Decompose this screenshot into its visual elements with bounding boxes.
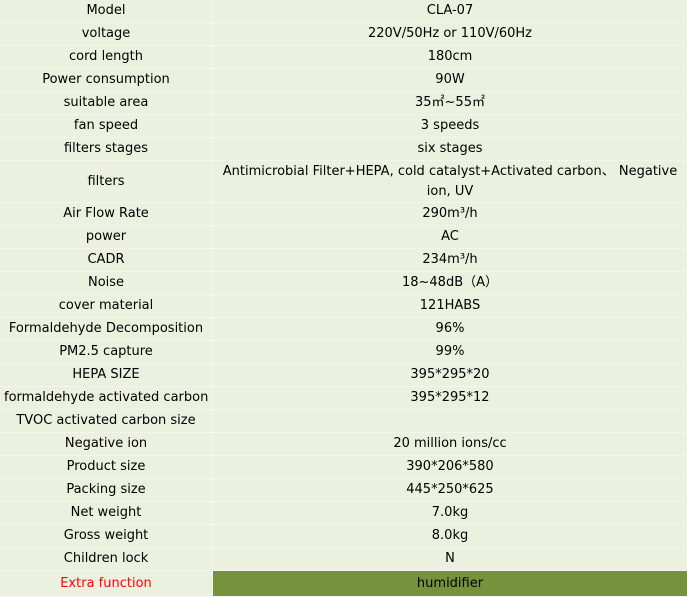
row-value: CLA-07 [213, 0, 687, 23]
table-row: formaldehyde activated carbon 395*295*12 [0, 387, 687, 410]
row-label: filters [0, 161, 213, 203]
table-row: cord length 180cm [0, 46, 687, 69]
row-label: voltage [0, 23, 213, 46]
row-label: Air Flow Rate [0, 203, 213, 226]
table-row: Product size 390*206*580 [0, 456, 687, 479]
row-label: Model [0, 0, 213, 23]
table-row: Air Flow Rate 290m³/h [0, 203, 687, 226]
row-label: cord length [0, 46, 213, 69]
table-row: Negative ion 20 million ions/cc [0, 433, 687, 456]
table-row: CADR 234m³/h [0, 249, 687, 272]
row-label: HEPA SIZE [0, 364, 213, 387]
row-label: PM2.5 capture [0, 341, 213, 364]
row-value: 290m³/h [213, 203, 687, 226]
table-row: cover material 121HABS [0, 295, 687, 318]
spec-table: Model CLA-07 voltage 220V/50Hz or 110V/6… [0, 0, 687, 597]
table-row: filters Antimicrobial Filter+HEPA, cold … [0, 161, 687, 203]
row-label: suitable area [0, 92, 213, 115]
row-value: 395*295*12 [213, 387, 687, 410]
row-value: 220V/50Hz or 110V/60Hz [213, 23, 687, 46]
row-value: 121HABS [213, 295, 687, 318]
row-label: Formaldehyde Decomposition [0, 318, 213, 341]
table-row: Formaldehyde Decomposition 96% [0, 318, 687, 341]
table-row: Children lock N [0, 548, 687, 571]
table-row: Power consumption 90W [0, 69, 687, 92]
row-value: 96% [213, 318, 687, 341]
row-label: Power consumption [0, 69, 213, 92]
table-row: suitable area 35㎡~55㎡ [0, 92, 687, 115]
table-row: Noise 18~48dB（A） [0, 272, 687, 295]
table-row: HEPA SIZE 395*295*20 [0, 364, 687, 387]
row-value: six stages [213, 138, 687, 161]
row-value: 35㎡~55㎡ [213, 92, 687, 115]
table-row: Gross weight 8.0kg [0, 525, 687, 548]
row-label: Noise [0, 272, 213, 295]
row-label: cover material [0, 295, 213, 318]
row-label: Children lock [0, 548, 213, 571]
table-row: power AC [0, 226, 687, 249]
row-value: 90W [213, 69, 687, 92]
row-value: 18~48dB（A） [213, 272, 687, 295]
table-row: filters stages six stages [0, 138, 687, 161]
row-value: 390*206*580 [213, 456, 687, 479]
row-value: 8.0kg [213, 525, 687, 548]
row-value: 180cm [213, 46, 687, 69]
row-value: 395*295*20 [213, 364, 687, 387]
row-label: fan speed [0, 115, 213, 138]
table-row: Net weight 7.0kg [0, 502, 687, 525]
table-row: TVOC activated carbon size [0, 410, 687, 433]
table-row: fan speed 3 speeds [0, 115, 687, 138]
row-value: 445*250*625 [213, 479, 687, 502]
row-value: 99% [213, 341, 687, 364]
row-label: filters stages [0, 138, 213, 161]
row-value [213, 410, 687, 433]
row-value: N [213, 548, 687, 571]
row-label: Packing size [0, 479, 213, 502]
row-value: Antimicrobial Filter+HEPA, cold catalyst… [213, 161, 687, 203]
row-value: 234m³/h [213, 249, 687, 272]
row-label: Product size [0, 456, 213, 479]
table-row: Model CLA-07 [0, 0, 687, 23]
table-row: Packing size 445*250*625 [0, 479, 687, 502]
row-value: 7.0kg [213, 502, 687, 525]
row-label: Gross weight [0, 525, 213, 548]
row-label: TVOC activated carbon size [0, 410, 213, 433]
row-label: Net weight [0, 502, 213, 525]
row-label: formaldehyde activated carbon [0, 387, 213, 410]
row-value: 20 million ions/cc [213, 433, 687, 456]
row-label: Negative ion [0, 433, 213, 456]
row-label: CADR [0, 249, 213, 272]
table-row: voltage 220V/50Hz or 110V/60Hz [0, 23, 687, 46]
row-value: 3 speeds [213, 115, 687, 138]
row-label: power [0, 226, 213, 249]
table-row: PM2.5 capture 99% [0, 341, 687, 364]
row-value: AC [213, 226, 687, 249]
